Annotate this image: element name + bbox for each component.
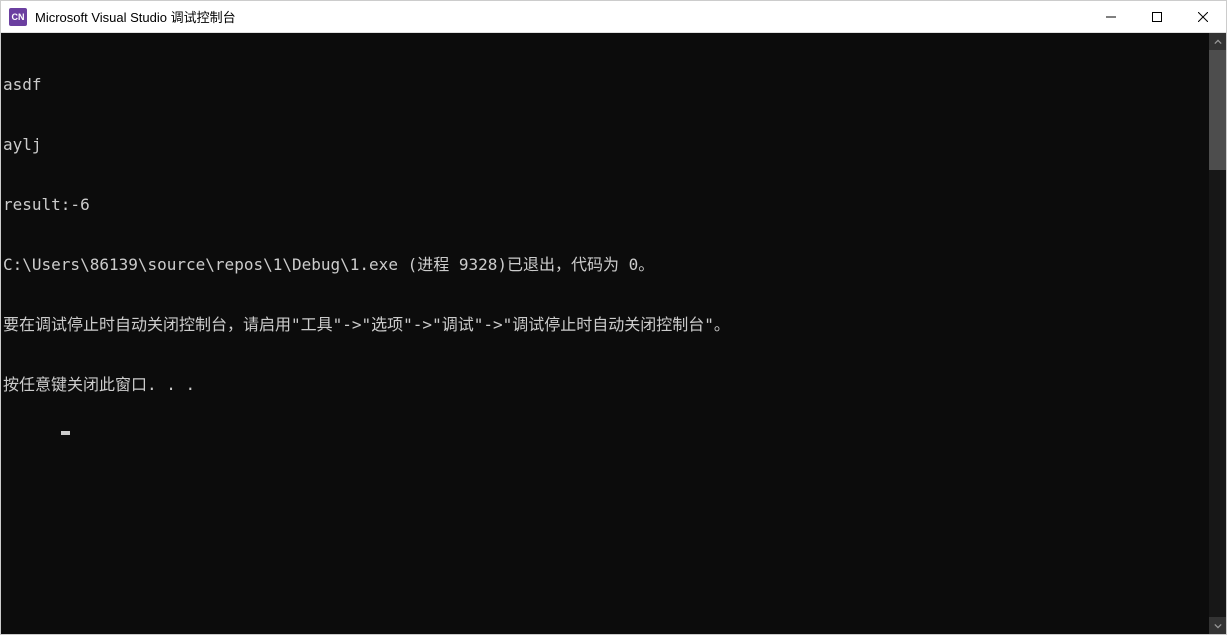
- scroll-thumb[interactable]: [1209, 50, 1226, 170]
- app-icon-label: CN: [12, 12, 25, 22]
- maximize-icon: [1152, 12, 1162, 22]
- cursor: [61, 431, 70, 435]
- console-line: aylj: [3, 135, 1209, 155]
- chevron-down-icon: [1214, 622, 1222, 630]
- app-icon: CN: [9, 8, 27, 26]
- window-title: Microsoft Visual Studio 调试控制台: [35, 7, 1088, 26]
- close-button[interactable]: [1180, 1, 1226, 32]
- console-window: CN Microsoft Visual Studio 调试控制台 asdf ay…: [0, 0, 1227, 635]
- console-wrapper: asdf aylj result:-6 C:\Users\86139\sourc…: [1, 33, 1226, 634]
- minimize-icon: [1106, 12, 1116, 22]
- console-line: result:-6: [3, 195, 1209, 215]
- maximize-button[interactable]: [1134, 1, 1180, 32]
- console-line: 要在调试停止时自动关闭控制台，请启用"工具"->"选项"->"调试"->"调试停…: [3, 315, 1209, 335]
- console-line: asdf: [3, 75, 1209, 95]
- scroll-down-button[interactable]: [1209, 617, 1226, 634]
- minimize-button[interactable]: [1088, 1, 1134, 32]
- console-line: 按任意键关闭此窗口. . .: [3, 375, 1209, 395]
- scroll-track[interactable]: [1209, 50, 1226, 617]
- window-controls: [1088, 1, 1226, 32]
- title-bar: CN Microsoft Visual Studio 调试控制台: [1, 1, 1226, 33]
- vertical-scrollbar[interactable]: [1209, 33, 1226, 634]
- close-icon: [1198, 12, 1208, 22]
- console-output[interactable]: asdf aylj result:-6 C:\Users\86139\sourc…: [1, 33, 1209, 634]
- console-line: C:\Users\86139\source\repos\1\Debug\1.ex…: [3, 255, 1209, 275]
- scroll-up-button[interactable]: [1209, 33, 1226, 50]
- chevron-up-icon: [1214, 38, 1222, 46]
